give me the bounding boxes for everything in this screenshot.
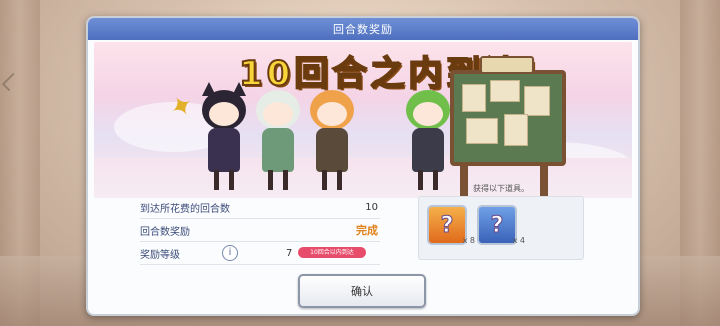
level-label: 奖励等级 <box>140 249 180 261</box>
item-count: x 4 <box>512 236 525 245</box>
turns-label: 到达所花费的回合数 <box>140 203 230 215</box>
stat-row-turns: 到达所花费的回合数 10 <box>140 196 380 219</box>
character-cat-girl <box>196 80 252 192</box>
item-count: x 8 <box>462 236 475 245</box>
result-stats: 到达所花费的回合数 10 回合数奖励 完成 奖励等级 i 7 10回合以内到达 <box>140 196 380 265</box>
reward-label: 回合数奖励 <box>140 226 190 238</box>
stat-row-level: 奖励等级 i 7 10回合以内到达 <box>140 242 380 265</box>
turns-value: 10 <box>365 201 378 213</box>
confirm-button[interactable]: 确认 <box>298 274 426 308</box>
info-icon[interactable]: i <box>222 245 238 261</box>
level-badge: 10回合以内到达 <box>298 247 366 258</box>
notice-board <box>450 56 566 198</box>
dialog-title: 回合数奖励 <box>333 23 393 36</box>
result-illustration: 10回合之内到达! ✦ <box>94 42 632 198</box>
dialog-title-bar: 回合数奖励 <box>88 18 638 40</box>
reward-items-panel: 获得以下道具。 ? x 8 ? x 4 <box>418 184 584 260</box>
reward-caption: 获得以下道具。 <box>473 184 529 193</box>
mystery-item-orange-icon[interactable]: ? x 8 <box>427 205 475 245</box>
character-silver-hair-girl <box>250 80 306 192</box>
reward-status: 完成 <box>356 224 378 237</box>
stat-row-reward: 回合数奖励 完成 <box>140 219 380 242</box>
character-orange-hair-girl <box>304 80 360 192</box>
turn-reward-dialog: 回合数奖励 10回合之内到达! ✦ 到达所花费的回合数 10 回合数奖励 完成 … <box>86 16 640 316</box>
character-green-hair-girl <box>400 80 456 192</box>
mystery-item-blue-icon[interactable]: ? x 4 <box>477 205 525 245</box>
level-value: 7 <box>286 247 293 259</box>
